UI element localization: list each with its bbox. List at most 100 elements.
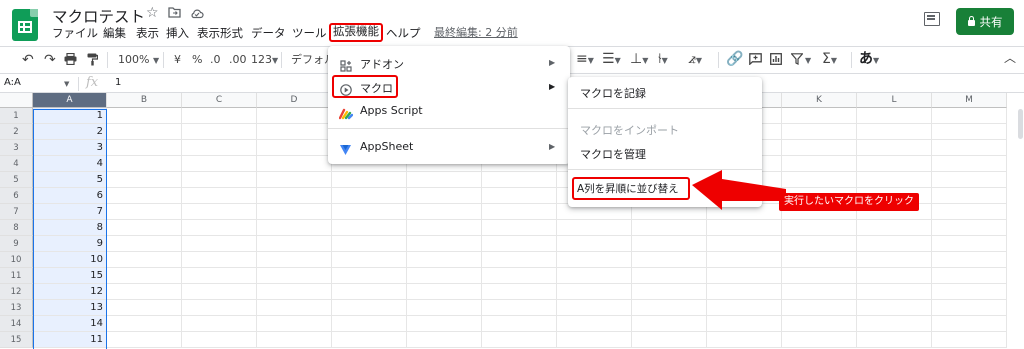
menu-format[interactable]: 表示形式 <box>197 24 243 42</box>
cell[interactable] <box>407 204 482 220</box>
cell[interactable] <box>857 236 932 252</box>
cell[interactable] <box>932 268 1007 284</box>
text-rotation-icon[interactable]: ⦨▼ <box>688 51 702 67</box>
cell[interactable] <box>107 156 182 172</box>
menu-edit[interactable]: 編集 <box>103 24 126 42</box>
row-header[interactable]: 6 <box>0 188 33 204</box>
cell[interactable] <box>332 268 407 284</box>
cell[interactable] <box>857 108 932 124</box>
vertical-scrollbar[interactable] <box>1018 109 1023 139</box>
filter-views-caret[interactable]: ▼ <box>805 52 811 68</box>
cell[interactable] <box>557 268 632 284</box>
cell[interactable] <box>257 204 332 220</box>
print-icon[interactable] <box>64 52 77 69</box>
cell[interactable] <box>932 252 1007 268</box>
cell[interactable] <box>557 252 632 268</box>
cell[interactable] <box>182 172 257 188</box>
cell[interactable] <box>782 124 857 140</box>
column-header-c[interactable]: C <box>182 93 257 108</box>
column-header-k[interactable]: K <box>782 93 857 108</box>
cell[interactable] <box>182 236 257 252</box>
row-header[interactable]: 1 <box>0 108 33 124</box>
cell[interactable] <box>407 332 482 348</box>
cell[interactable] <box>482 268 557 284</box>
cell[interactable] <box>257 236 332 252</box>
menu-item-addons[interactable]: アドオン <box>360 56 404 72</box>
cell[interactable] <box>182 284 257 300</box>
input-tools-button[interactable]: あ▼ <box>859 51 879 67</box>
paint-format-icon[interactable] <box>87 53 99 69</box>
cell[interactable] <box>932 300 1007 316</box>
cell[interactable] <box>932 316 1007 332</box>
name-box[interactable]: A:A <box>4 77 21 88</box>
cell[interactable] <box>107 172 182 188</box>
insert-chart-icon[interactable] <box>770 53 782 69</box>
cell[interactable] <box>257 188 332 204</box>
cell[interactable] <box>407 220 482 236</box>
cell[interactable] <box>707 332 782 348</box>
cloud-saved-icon[interactable] <box>190 7 204 23</box>
cell[interactable] <box>782 332 857 348</box>
caret-down-icon[interactable]: ▼ <box>64 80 69 88</box>
cell[interactable] <box>407 300 482 316</box>
cell[interactable] <box>257 284 332 300</box>
cell[interactable] <box>857 140 932 156</box>
functions-icon[interactable]: Σ▼ <box>822 51 837 67</box>
cell[interactable] <box>407 172 482 188</box>
cell[interactable] <box>857 300 932 316</box>
cell[interactable] <box>332 252 407 268</box>
cell[interactable] <box>332 284 407 300</box>
horizontal-align-icon[interactable]: ☰▼ <box>602 51 621 67</box>
cell[interactable] <box>332 236 407 252</box>
row-header[interactable]: 7 <box>0 204 33 220</box>
cell[interactable] <box>107 140 182 156</box>
cell[interactable] <box>857 332 932 348</box>
cell[interactable] <box>107 188 182 204</box>
cell[interactable] <box>782 284 857 300</box>
cell[interactable] <box>107 236 182 252</box>
last-edit-link[interactable]: 最終編集: 2 分前 <box>434 24 518 42</box>
cell[interactable] <box>632 220 707 236</box>
cell[interactable] <box>182 188 257 204</box>
cell[interactable] <box>107 284 182 300</box>
row-header[interactable]: 5 <box>0 172 33 188</box>
star-icon[interactable]: ☆ <box>146 5 159 21</box>
insert-link-icon[interactable]: 🔗 <box>726 51 743 67</box>
cell[interactable] <box>332 172 407 188</box>
menu-extensions[interactable]: 拡張機能 <box>329 23 383 42</box>
column-header-a[interactable]: A <box>33 93 107 108</box>
cell[interactable] <box>107 252 182 268</box>
cell[interactable] <box>182 156 257 172</box>
cell[interactable] <box>557 284 632 300</box>
cell[interactable] <box>782 300 857 316</box>
align-icon[interactable]: ≡▼ <box>576 51 594 67</box>
cell[interactable] <box>257 252 332 268</box>
zoom-select[interactable]: 100% ▼ <box>118 52 159 68</box>
cell[interactable] <box>107 268 182 284</box>
cell[interactable] <box>557 332 632 348</box>
cell[interactable] <box>707 316 782 332</box>
cell[interactable] <box>932 156 1007 172</box>
row-header[interactable]: 13 <box>0 300 33 316</box>
menu-item-manage-macros[interactable]: マクロを管理 <box>580 146 646 162</box>
cell[interactable] <box>182 220 257 236</box>
cell[interactable] <box>782 172 857 188</box>
cell[interactable] <box>707 268 782 284</box>
cell[interactable] <box>332 300 407 316</box>
cell[interactable] <box>107 316 182 332</box>
cell[interactable] <box>107 108 182 124</box>
column-header-m[interactable]: M <box>932 93 1007 108</box>
cell[interactable] <box>932 236 1007 252</box>
vertical-align-icon[interactable]: ⊥▼ <box>630 51 648 67</box>
cell[interactable] <box>857 172 932 188</box>
redo-icon[interactable]: ↷ <box>44 52 56 68</box>
cell[interactable] <box>632 236 707 252</box>
cell[interactable] <box>857 252 932 268</box>
row-header[interactable]: 11 <box>0 268 33 284</box>
cell[interactable] <box>707 220 782 236</box>
cell[interactable] <box>257 140 332 156</box>
column-header-b[interactable]: B <box>107 93 182 108</box>
cell[interactable] <box>482 236 557 252</box>
cell[interactable] <box>632 332 707 348</box>
menu-file[interactable]: ファイル <box>52 24 98 42</box>
